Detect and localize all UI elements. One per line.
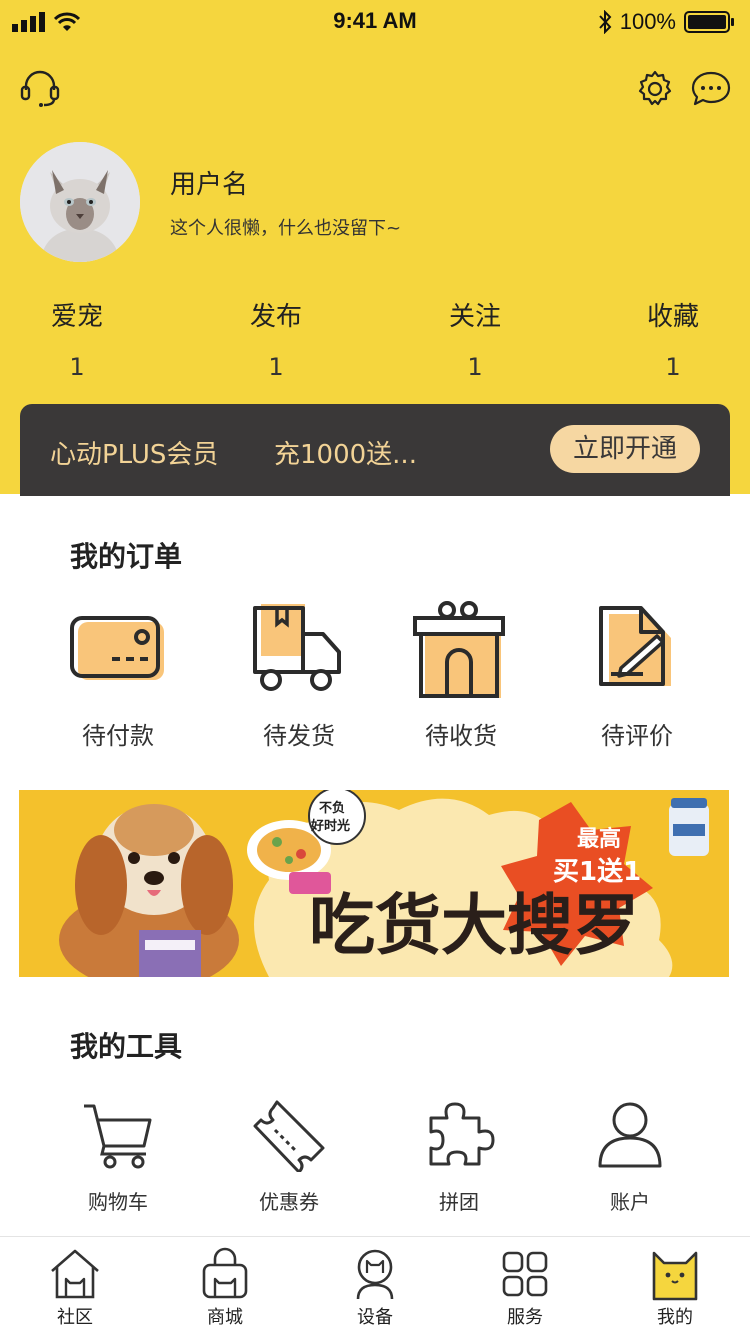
tab-mall[interactable]: 商城 bbox=[165, 1247, 285, 1329]
tool-cart[interactable]: 购物车 bbox=[48, 1100, 188, 1215]
user-icon bbox=[598, 1102, 662, 1168]
svg-text:买1送1: 买1送1 bbox=[553, 857, 641, 887]
stat-label: 发布 bbox=[249, 302, 302, 332]
tool-group-buy[interactable]: 拼团 bbox=[389, 1100, 529, 1215]
battery-percent: 100% bbox=[619, 9, 676, 34]
order-pending-payment[interactable]: 待付款 bbox=[48, 600, 188, 751]
avatar[interactable] bbox=[20, 142, 140, 262]
headset-icon[interactable] bbox=[20, 70, 60, 108]
stat-value: 1 bbox=[665, 353, 681, 381]
tool-account[interactable]: 账户 bbox=[560, 1100, 700, 1215]
tab-devices[interactable]: 设备 bbox=[315, 1247, 435, 1329]
review-icon bbox=[599, 606, 671, 686]
user-bio: 这个人很懒，什么也没留下~ bbox=[170, 218, 402, 239]
svg-text:吃货大搜罗: 吃货大搜罗 bbox=[309, 887, 639, 964]
house-cat-icon bbox=[51, 1249, 99, 1299]
stat-label: 关注 bbox=[448, 302, 501, 332]
battery-icon bbox=[684, 11, 734, 33]
tool-label: 优惠券 bbox=[259, 1190, 319, 1214]
stat-following[interactable]: 关注 1 bbox=[415, 296, 535, 381]
gear-icon[interactable] bbox=[636, 70, 674, 108]
status-bar: 9:41 AM 100% bbox=[0, 0, 750, 44]
stat-pets[interactable]: 爱宠 1 bbox=[17, 296, 137, 381]
stat-value: 1 bbox=[69, 353, 85, 381]
order-pending-review[interactable]: 待评价 bbox=[567, 600, 707, 751]
status-right: 100% bbox=[598, 9, 736, 35]
order-pending-shipment[interactable]: 待发货 bbox=[229, 600, 369, 751]
orders-title: 我的订单 bbox=[70, 540, 183, 573]
order-pending-receipt[interactable]: 待收货 bbox=[391, 600, 531, 751]
tools-title: 我的工具 bbox=[70, 1030, 183, 1063]
tab-community[interactable]: 社区 bbox=[15, 1247, 135, 1329]
vip-open-button[interactable]: 立即开通 bbox=[550, 425, 700, 473]
tab-mine[interactable]: 我的 bbox=[615, 1247, 735, 1329]
order-label: 待付款 bbox=[82, 722, 154, 750]
tool-label: 拼团 bbox=[439, 1190, 479, 1214]
username[interactable]: 用户名 bbox=[170, 164, 248, 201]
puzzle-icon bbox=[429, 1102, 495, 1166]
promo-banner-art: 吃货大搜罗 最高 买1送1 不负 好时光 bbox=[19, 790, 729, 977]
vip-title: 心动PLUS会员 bbox=[50, 440, 219, 470]
device-cat-icon bbox=[356, 1249, 394, 1300]
order-label: 待发货 bbox=[263, 722, 335, 750]
gift-box-icon bbox=[413, 601, 505, 698]
message-icon[interactable] bbox=[690, 70, 732, 108]
order-label: 待评价 bbox=[601, 722, 673, 750]
profile-header: 9:41 AM 100% 用户名 这个人很懒，什么也没留下~ 爱宠 1 发布 1… bbox=[0, 0, 750, 496]
tab-bar: 社区 商城 设备 服务 我的 bbox=[0, 1236, 750, 1334]
cat-face-icon bbox=[652, 1251, 698, 1301]
stat-value: 1 bbox=[268, 353, 284, 381]
vip-card: 心动PLUS会员 充1000送... 立即开通 bbox=[20, 404, 730, 496]
tab-label: 服务 bbox=[507, 1307, 543, 1328]
vip-promo: 充1000送... bbox=[274, 440, 417, 470]
tab-label: 商城 bbox=[207, 1307, 243, 1328]
cart-icon bbox=[84, 1104, 152, 1169]
tab-label: 设备 bbox=[357, 1307, 393, 1328]
tab-label: 我的 bbox=[657, 1307, 693, 1328]
order-label: 待收货 bbox=[425, 722, 497, 750]
tab-services[interactable]: 服务 bbox=[465, 1247, 585, 1329]
truck-icon bbox=[253, 604, 341, 691]
promo-banner[interactable]: 吃货大搜罗 最高 买1送1 不负 好时光 bbox=[19, 790, 729, 977]
svg-text:好时光: 好时光 bbox=[310, 818, 350, 834]
card-icon bbox=[70, 616, 164, 680]
tool-label: 购物车 bbox=[88, 1190, 148, 1214]
tool-coupon[interactable]: 优惠券 bbox=[219, 1100, 359, 1215]
svg-text:不负: 不负 bbox=[319, 800, 345, 816]
stat-label: 爱宠 bbox=[50, 302, 103, 332]
stat-favorites[interactable]: 收藏 1 bbox=[613, 296, 733, 381]
stat-value: 1 bbox=[467, 353, 483, 381]
stat-posts[interactable]: 发布 1 bbox=[216, 296, 336, 381]
cat-avatar-image bbox=[20, 142, 140, 262]
bluetooth-icon bbox=[598, 10, 612, 34]
svg-text:最高: 最高 bbox=[577, 826, 621, 852]
bag-cat-icon bbox=[202, 1247, 248, 1299]
stat-label: 收藏 bbox=[646, 302, 699, 332]
tab-label: 社区 bbox=[57, 1307, 93, 1328]
grid-cat-icon bbox=[502, 1251, 548, 1297]
tool-label: 账户 bbox=[610, 1190, 650, 1214]
coupon-icon bbox=[253, 1100, 325, 1172]
